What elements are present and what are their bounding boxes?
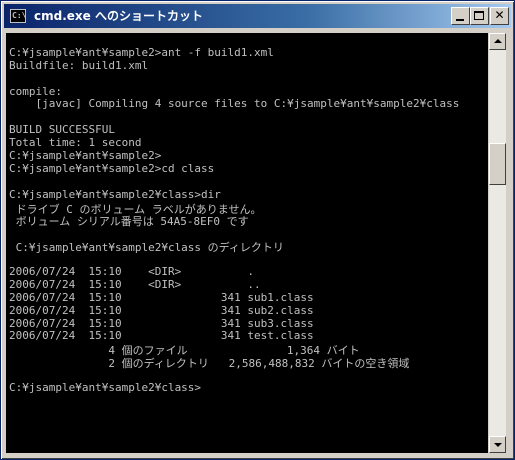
console-line: Buildfile: build1.xml [9, 58, 149, 72]
console-line: [javac] Compiling 4 source files to C:¥j… [9, 97, 460, 111]
maximize-icon [474, 11, 484, 20]
console-line: C:¥jsample¥ant¥sample2>cd class [9, 161, 215, 175]
arrow-down-icon [494, 443, 502, 447]
console-line: 2006/07/24 15:10 341 sub2.class [9, 303, 314, 317]
console-line: C:¥jsample¥ant¥sample2>ant -f build1.xml [9, 45, 274, 59]
console-line: ボリューム シリアル番号は 54A5-8EF0 です [9, 215, 249, 229]
console-line: Total time: 1 second [9, 136, 142, 150]
console-line: C:¥jsample¥ant¥sample2¥class>dir [9, 187, 221, 201]
console-line: 4 個のファイル 1,364 バイト [9, 344, 360, 358]
console-line: BUILD SUCCESSFUL [9, 123, 115, 137]
console-line: compile: [9, 84, 62, 98]
console-line: C:¥jsample¥ant¥sample2> [9, 149, 162, 163]
minimize-icon [456, 19, 464, 21]
minimize-button[interactable] [451, 7, 470, 25]
console-line: 2006/07/24 15:10 341 sub1.class [9, 290, 314, 304]
vertical-scrollbar[interactable] [489, 33, 506, 453]
console-line: ドライブ C のボリューム ラベルがありません。 [9, 202, 262, 216]
console-window: C:\ cmd.exe へのショートカット ✕ C:¥jsample¥ant¥s… [0, 0, 515, 460]
console-line: 2 個のディレクトリ 2,586,488,832 バイトの空き領域 [9, 357, 410, 371]
console-line: 2006/07/24 15:10 341 sub3.class [9, 316, 314, 330]
console-line: C:¥jsample¥ant¥sample2¥class> [9, 381, 202, 395]
arrow-up-icon [494, 39, 502, 43]
window-title: cmd.exe へのショートカット [34, 9, 203, 23]
console-line: 2006/07/24 15:10 <DIR> .. [9, 277, 261, 291]
title-bar[interactable]: C:\ cmd.exe へのショートカット ✕ [4, 4, 511, 28]
console-output[interactable]: C:¥jsample¥ant¥sample2>ant -f build1.xml… [6, 33, 488, 453]
cmd-icon[interactable]: C:\ [10, 9, 26, 23]
close-icon: ✕ [494, 8, 505, 22]
console-line: C:¥jsample¥ant¥sample2¥class のディレクトリ [9, 241, 284, 255]
maximize-button[interactable] [470, 7, 489, 25]
console-line: 2006/07/24 15:10 341 test.class [9, 329, 314, 343]
close-button[interactable]: ✕ [490, 7, 509, 25]
console-line: 2006/07/24 15:10 <DIR> . [9, 265, 255, 279]
scroll-thumb[interactable] [489, 142, 506, 185]
scroll-up-button[interactable] [489, 33, 506, 50]
scroll-down-button[interactable] [489, 436, 506, 453]
